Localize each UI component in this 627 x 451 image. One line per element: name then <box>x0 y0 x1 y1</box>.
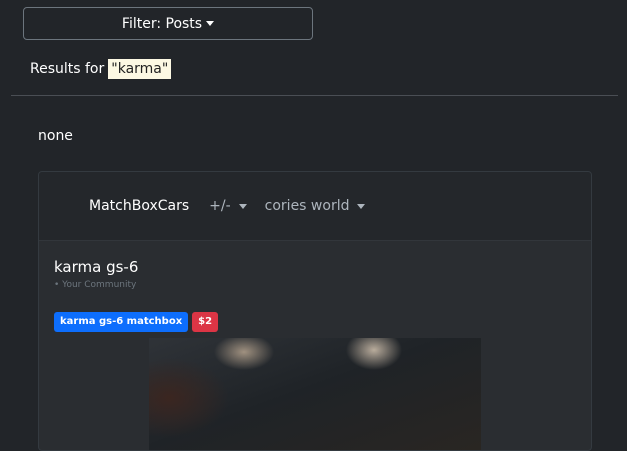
tag-list: karma gs-6 matchbox $2 <box>54 312 219 332</box>
tag-badge[interactable]: karma gs-6 matchbox <box>54 312 189 332</box>
user-dropdown[interactable]: cories world <box>265 198 366 214</box>
divider <box>11 95 618 96</box>
post-card: MatchBoxCars +/- cories world karma gs-6… <box>38 171 592 451</box>
results-heading: Results for "karma" <box>30 57 172 81</box>
post-community-subtitle: • Your Community <box>54 280 137 290</box>
price-badge[interactable]: $2 <box>192 312 219 332</box>
results-prefix: Results for <box>30 61 105 77</box>
empty-result-text: none <box>38 128 73 144</box>
caret-down-icon <box>206 21 215 26</box>
caret-down-icon <box>238 203 247 209</box>
search-query-highlight: "karma" <box>108 59 172 79</box>
caret-down-icon <box>357 203 366 209</box>
post-image[interactable] <box>149 338 481 450</box>
filter-posts-button[interactable]: Filter: Posts <box>23 7 313 40</box>
post-card-header: MatchBoxCars +/- cories world <box>39 172 591 241</box>
community-link[interactable]: MatchBoxCars <box>89 198 189 214</box>
vote-label: +/- <box>209 198 231 214</box>
vote-dropdown[interactable]: +/- <box>209 198 247 214</box>
user-name: cories world <box>264 198 350 214</box>
filter-label: Filter: Posts <box>121 15 203 32</box>
post-title[interactable]: karma gs-6 <box>54 258 138 276</box>
